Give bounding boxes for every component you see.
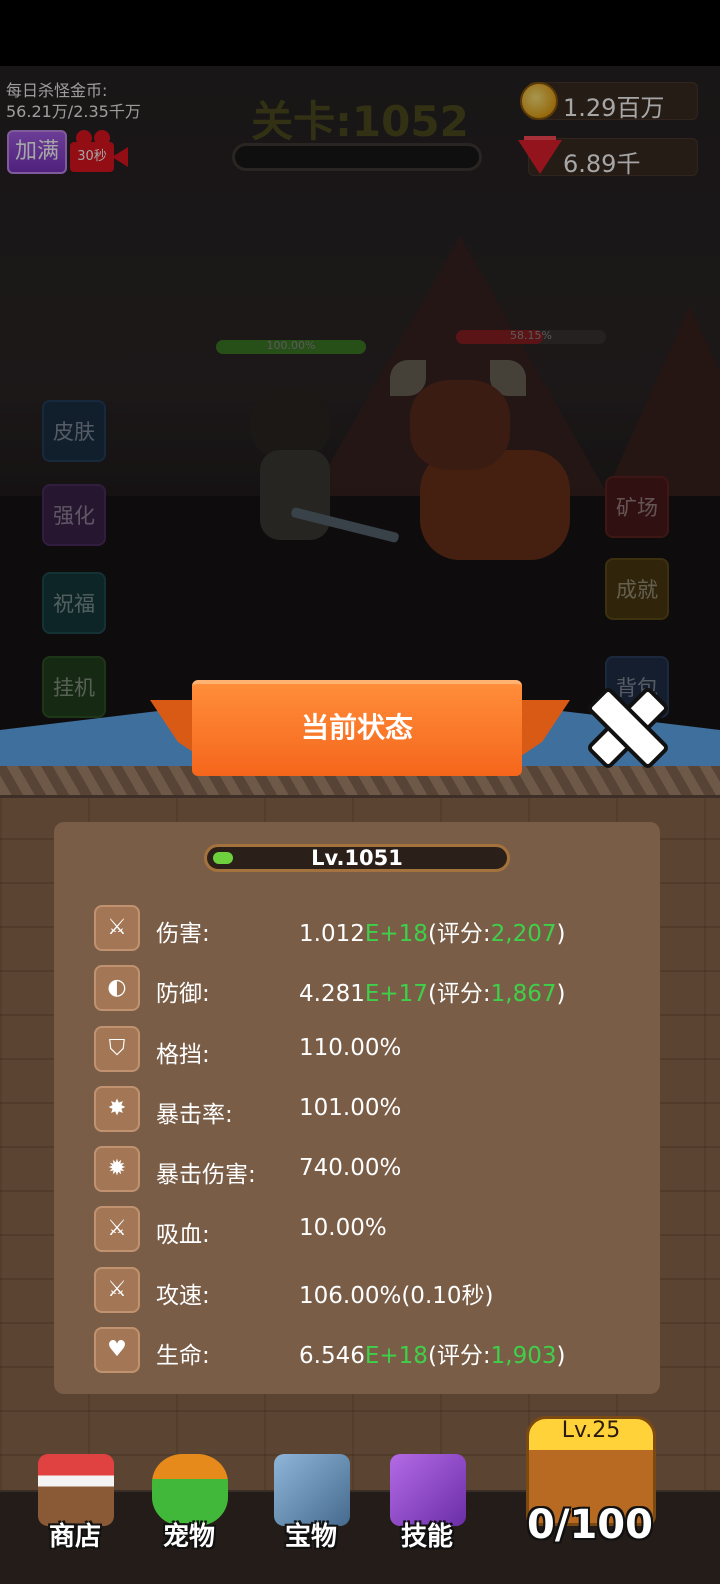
stat-row-attack-speed: ⚔ 攻速: 106.00%(0.10秒) xyxy=(94,1265,654,1315)
stat-value: 110.00% xyxy=(299,1035,402,1061)
nav-treasure-label: 宝物 xyxy=(284,1522,337,1552)
crit-damage-icon: ✹ xyxy=(94,1146,140,1192)
level-label: Lv.1051 xyxy=(311,846,403,870)
nav-pet-label: 宠物 xyxy=(162,1522,215,1552)
stat-label: 吸血: xyxy=(156,1222,210,1248)
status-bar xyxy=(0,0,720,66)
stat-row-crit-damage: ✹ 暴击伤害: 740.00% xyxy=(94,1144,654,1194)
stat-row-health: ♥ 生命: 6.546E+18(评分:1,903) xyxy=(94,1325,654,1375)
stat-value: 740.00% xyxy=(299,1155,402,1181)
stat-label: 生命: xyxy=(156,1343,210,1369)
stat-value: 6.546E+18(评分:1,903) xyxy=(299,1343,566,1369)
modal-dim-overlay xyxy=(0,66,720,766)
heart-plus-icon: ♥ xyxy=(94,1327,140,1373)
stat-label: 防御: xyxy=(156,981,210,1007)
stat-value: 106.00%(0.10秒) xyxy=(299,1283,494,1309)
panel-title: 当前状态 xyxy=(300,711,413,744)
stat-label: 暴击率: xyxy=(156,1102,233,1128)
stat-value: 10.00% xyxy=(299,1215,387,1241)
chest-level: Lv.25 xyxy=(561,1418,621,1443)
stat-row-crit-rate: ✸ 暴击率: 101.00% xyxy=(94,1084,654,1134)
stat-label: 伤害: xyxy=(156,921,210,947)
stat-row-block: ⛉ 格挡: 110.00% xyxy=(94,1024,654,1074)
attack-speed-icon: ⚔ xyxy=(94,1267,140,1313)
nav-pet[interactable]: 宠物 xyxy=(134,1446,244,1556)
stat-value: 101.00% xyxy=(299,1095,402,1121)
stat-row-damage: ⚔ 伤害: 1.012E+18(评分:2,207) xyxy=(94,903,654,953)
lifesteal-icon: ⚔ xyxy=(94,1206,140,1252)
nav-shop-label: 商店 xyxy=(48,1522,101,1552)
stat-value: 1.012E+18(评分:2,207) xyxy=(299,921,566,947)
stat-label: 攻速: xyxy=(156,1283,210,1309)
stat-label: 格挡: xyxy=(156,1042,210,1068)
level-progress-bar: Lv.1051 xyxy=(204,844,510,872)
nav-treasure[interactable]: 宝物 xyxy=(256,1446,366,1556)
stat-row-lifesteal: ⚔ 吸血: 10.00% xyxy=(94,1204,654,1254)
sword-icon: ⚔ xyxy=(94,905,140,951)
stat-value: 4.281E+17(评分:1,867) xyxy=(299,981,566,1007)
close-icon[interactable] xyxy=(586,686,662,762)
crit-burst-icon: ✸ xyxy=(94,1086,140,1132)
chest-count: 0/100 xyxy=(527,1502,653,1548)
nav-skill[interactable]: 技能 xyxy=(372,1446,482,1556)
nav-shop[interactable]: 商店 xyxy=(20,1446,130,1556)
shield-icon: ◐ xyxy=(94,965,140,1011)
stat-label: 暴击伤害: xyxy=(156,1162,256,1188)
stat-row-defense: ◐ 防御: 4.281E+17(评分:1,867) xyxy=(94,963,654,1013)
block-shield-icon: ⛉ xyxy=(94,1026,140,1072)
nav-skill-label: 技能 xyxy=(400,1522,453,1552)
